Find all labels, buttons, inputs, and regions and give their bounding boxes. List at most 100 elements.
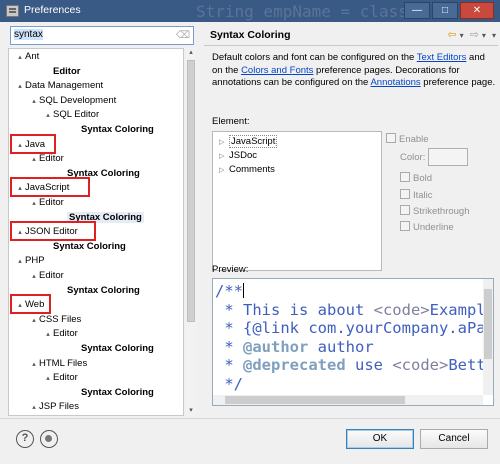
tree-item[interactable]: ▴ CSS Files bbox=[29, 313, 81, 326]
tree-item[interactable]: ▴ Editor bbox=[43, 371, 78, 384]
tree-item[interactable]: ▴ JSP Files bbox=[29, 400, 79, 413]
tree-scrollbar[interactable]: ▴ ▾ bbox=[186, 48, 196, 416]
element-list-item[interactable]: ▷ Comments bbox=[219, 163, 275, 176]
tree-item-label: Data Management bbox=[25, 80, 104, 92]
preview-horizontal-scrollbar-thumb[interactable] bbox=[225, 396, 405, 404]
preview-vertical-scrollbar[interactable] bbox=[483, 279, 493, 395]
filter-input-value: syntax bbox=[14, 29, 43, 40]
tree-item[interactable]: ▴ Editor bbox=[29, 269, 64, 282]
tree-item[interactable]: Editor bbox=[43, 65, 80, 78]
filter-input[interactable]: syntax ⌫ bbox=[10, 26, 194, 45]
tree-item[interactable]: Syntax Coloring bbox=[71, 342, 154, 355]
tree-expand-icon[interactable]: ▴ bbox=[29, 153, 39, 166]
tree-item[interactable]: ▴ Editor bbox=[43, 327, 78, 340]
expand-icon[interactable]: ▷ bbox=[219, 164, 229, 177]
back-arrow-icon[interactable]: ⇦ bbox=[447, 28, 456, 41]
window-controls: — □ ✕ bbox=[404, 2, 494, 19]
tree-item[interactable]: Syntax Coloring bbox=[43, 240, 126, 253]
tree-item[interactable]: ▴ Data Management bbox=[15, 79, 103, 92]
color-picker-button[interactable] bbox=[428, 148, 468, 166]
record-preferences-icon[interactable] bbox=[40, 430, 58, 448]
page-navigation: ⇦ ▾ ⇨ ▾ ▾ bbox=[444, 28, 496, 41]
tree-item[interactable]: ▴ HTML Files bbox=[29, 357, 87, 370]
tree-expand-icon[interactable]: ▴ bbox=[29, 401, 39, 414]
tree-expand-icon[interactable]: ▴ bbox=[15, 255, 25, 268]
clear-filter-icon[interactable]: ⌫ bbox=[176, 30, 190, 41]
tree-item[interactable]: Syntax Coloring bbox=[71, 123, 154, 136]
expand-icon[interactable]: ▷ bbox=[219, 136, 229, 149]
page-description: Default colors and font can be configure… bbox=[212, 52, 496, 88]
back-menu-icon[interactable]: ▾ bbox=[460, 31, 464, 40]
syntax-coloring-page: Syntax Coloring ⇦ ▾ ⇨ ▾ ▾ Default colors a… bbox=[204, 24, 498, 416]
italic-checkbox[interactable]: Italic bbox=[400, 189, 433, 202]
tree-expand-icon[interactable]: ▴ bbox=[15, 51, 25, 64]
tree-item-label: HTML Files bbox=[39, 357, 88, 369]
tree-item[interactable]: ▴ Editor bbox=[29, 152, 64, 165]
scroll-down-arrow-icon[interactable]: ▾ bbox=[186, 406, 196, 416]
tree-item-label: Syntax Coloring bbox=[81, 124, 154, 135]
page-header: Syntax Coloring ⇦ ▾ ⇨ ▾ ▾ bbox=[204, 24, 498, 46]
tree-expand-icon[interactable]: ▴ bbox=[29, 95, 39, 108]
background-code-text: String empName = classN bbox=[196, 2, 418, 21]
tree-expand-icon[interactable]: ▴ bbox=[29, 314, 39, 327]
maximize-button[interactable]: □ bbox=[432, 2, 458, 19]
italic-checkbox-box[interactable] bbox=[400, 189, 410, 199]
tree-expand-icon[interactable]: ▴ bbox=[29, 270, 39, 283]
tree-item-label: Editor bbox=[39, 153, 64, 165]
title-bar: String empName = classN Preferences — □ … bbox=[0, 0, 500, 22]
forward-menu-icon[interactable]: ▾ bbox=[482, 31, 486, 40]
highlight-box bbox=[10, 294, 51, 315]
element-list-label: JSDoc bbox=[229, 150, 257, 161]
tree-expand-icon[interactable]: ▴ bbox=[43, 109, 53, 122]
ok-button[interactable]: OK bbox=[346, 429, 414, 449]
element-label: Element: bbox=[212, 116, 250, 127]
help-icon[interactable]: ? bbox=[16, 430, 34, 448]
tree-expand-icon[interactable]: ▴ bbox=[43, 328, 53, 341]
tree-item[interactable]: Syntax Coloring bbox=[71, 386, 154, 399]
highlight-box bbox=[10, 221, 96, 242]
preferences-app-icon bbox=[6, 5, 19, 17]
cancel-button[interactable]: Cancel bbox=[420, 429, 488, 449]
highlight-box bbox=[10, 133, 57, 154]
bold-checkbox[interactable]: Bold bbox=[400, 172, 432, 185]
forward-arrow-icon[interactable]: ⇨ bbox=[470, 28, 479, 41]
scroll-up-arrow-icon[interactable]: ▴ bbox=[186, 48, 196, 58]
strikethrough-checkbox[interactable]: Strikethrough bbox=[400, 205, 470, 218]
tree-item-label: Editor bbox=[53, 328, 78, 340]
tree-item-label: Editor bbox=[39, 270, 64, 281]
tree-item-label: Syntax Coloring bbox=[81, 343, 154, 354]
view-menu-icon[interactable]: ▾ bbox=[492, 31, 496, 40]
tree-item[interactable]: ▴ SQL Development bbox=[29, 94, 116, 107]
element-list-label: JavaScript bbox=[229, 135, 278, 148]
tree-item[interactable]: ▴ PHP bbox=[15, 254, 44, 268]
expand-icon[interactable]: ▷ bbox=[219, 150, 229, 163]
preview-pane[interactable]: /** * This is about <code>Example * {@li… bbox=[212, 278, 494, 406]
tree-item[interactable]: Syntax Coloring bbox=[57, 284, 140, 297]
text-editors-link[interactable]: Text Editors bbox=[417, 52, 467, 63]
underline-checkbox[interactable]: Underline bbox=[400, 221, 454, 234]
tree-expand-icon[interactable]: ▴ bbox=[15, 80, 25, 93]
tree-expand-icon[interactable]: ▴ bbox=[43, 372, 53, 385]
tree-expand-icon[interactable]: ▴ bbox=[29, 358, 39, 371]
element-list-item[interactable]: ▷ JSDoc bbox=[219, 149, 257, 162]
enable-checkbox-box[interactable] bbox=[386, 133, 396, 143]
element-list-item[interactable]: ▷ JavaScript bbox=[219, 135, 278, 149]
strikethrough-checkbox-box[interactable] bbox=[400, 205, 410, 215]
preview-code: /** * This is about <code>Example * {@li… bbox=[215, 282, 485, 393]
close-button[interactable]: ✕ bbox=[460, 2, 494, 19]
preview-vertical-scrollbar-thumb[interactable] bbox=[484, 289, 492, 359]
enable-checkbox[interactable]: Enable bbox=[386, 133, 429, 146]
bold-checkbox-box[interactable] bbox=[400, 172, 410, 182]
colors-and-fonts-link[interactable]: Colors and Fonts bbox=[241, 65, 313, 76]
tree-scrollbar-thumb[interactable] bbox=[187, 60, 195, 322]
preview-horizontal-scrollbar[interactable] bbox=[213, 395, 483, 405]
minimize-button[interactable]: — bbox=[404, 2, 430, 19]
underline-checkbox-box[interactable] bbox=[400, 221, 410, 231]
tree-item[interactable]: ▴ Ant bbox=[15, 50, 39, 63]
annotations-link[interactable]: Annotations bbox=[370, 77, 420, 88]
tree-item-label: SQL Editor bbox=[53, 109, 100, 121]
tree-item-label: Editor bbox=[53, 372, 78, 384]
tree-item[interactable]: ▴ Editor bbox=[29, 196, 64, 209]
tree-expand-icon[interactable]: ▴ bbox=[29, 197, 39, 210]
tree-item[interactable]: ▴ SQL Editor bbox=[43, 108, 99, 121]
